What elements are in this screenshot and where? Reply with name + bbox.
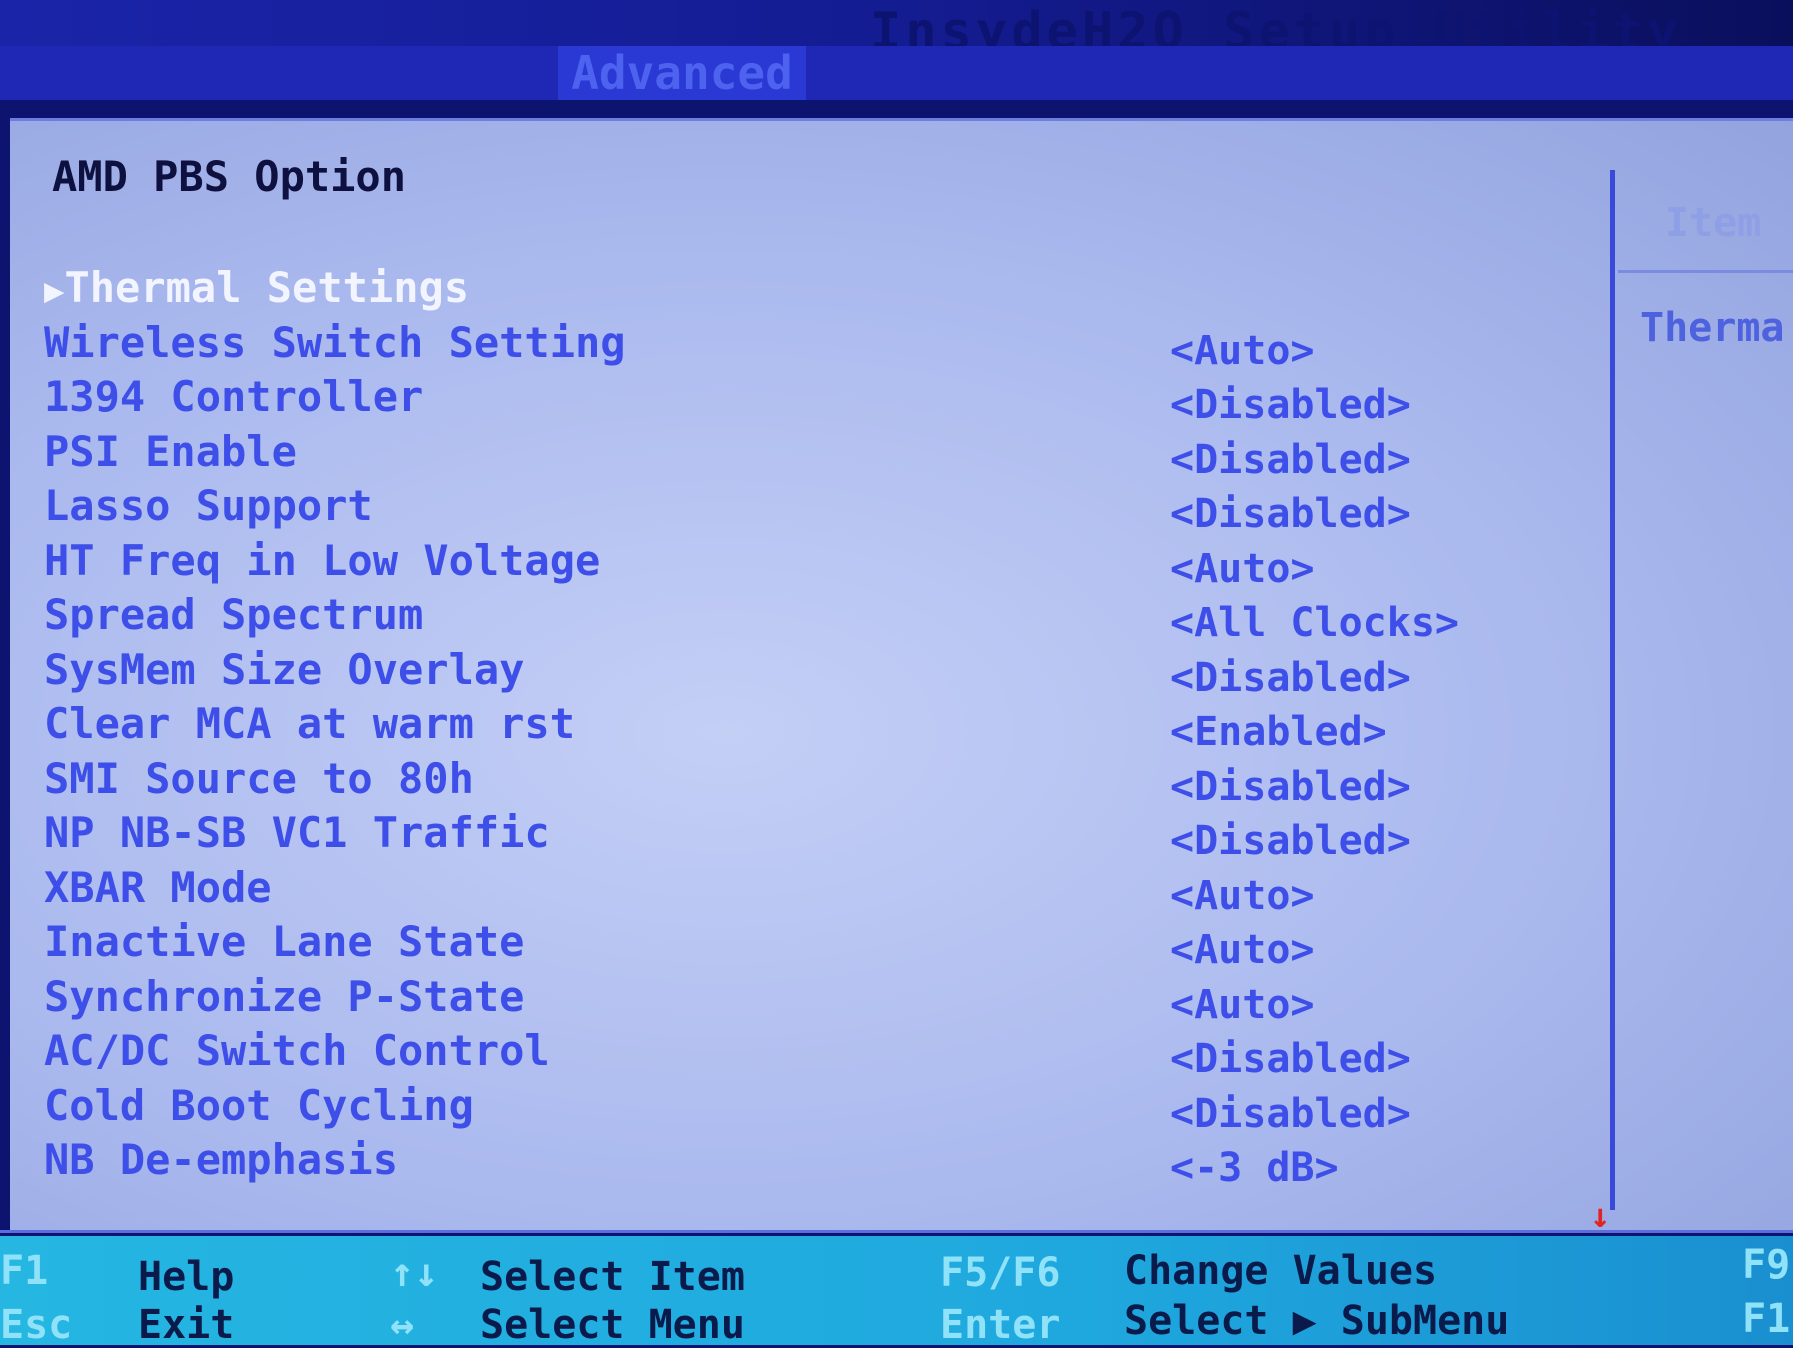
- setting-label-text: Thermal Settings: [64, 263, 470, 312]
- setting-label: SMI Source to 80h: [44, 753, 474, 805]
- setting-label-text: Inactive Lane State: [44, 917, 525, 966]
- setting-row[interactable]: Inactive Lane State <Auto>: [0, 916, 1600, 973]
- setting-row[interactable]: XBAR Mode <Auto>: [0, 862, 1600, 919]
- tab-advanced[interactable]: Advanced: [558, 46, 806, 100]
- setting-value[interactable]: <Disabled>: [1170, 1033, 1411, 1085]
- f10-key: F1: [1742, 1296, 1791, 1342]
- f5f6-desc: Change Values: [1124, 1248, 1438, 1294]
- setting-label: AC/DC Switch Control: [44, 1025, 550, 1077]
- setting-label: NB De-emphasis: [44, 1134, 398, 1186]
- setting-label-text: NB De-emphasis: [44, 1135, 399, 1184]
- leftright-desc: Select Menu: [480, 1302, 745, 1348]
- setting-row[interactable]: NP NB-SB VC1 Traffic <Disabled>: [0, 807, 1600, 864]
- setting-value[interactable]: <Disabled>: [1170, 434, 1411, 486]
- updown-desc: Select Item: [480, 1254, 745, 1300]
- setting-label-text: SMI Source to 80h: [44, 753, 474, 803]
- setting-value[interactable]: <Disabled>: [1170, 652, 1411, 704]
- setting-label: 1394 Controller: [44, 371, 423, 423]
- f5f6-key: F5/F6: [940, 1250, 1061, 1296]
- tab-bar: [0, 46, 1793, 100]
- setting-label-text: SysMem Size Overlay: [44, 644, 525, 694]
- setting-label: Cold Boot Cycling: [44, 1080, 474, 1132]
- page-title: AMD PBS Option: [52, 152, 407, 201]
- setting-row[interactable]: Lasso Support <Disabled>: [0, 480, 1600, 537]
- setting-row[interactable]: SysMem Size Overlay <Disabled>: [0, 644, 1600, 701]
- setting-value[interactable]: <Disabled>: [1170, 379, 1411, 431]
- enter-key: Enter: [940, 1302, 1061, 1348]
- enter-desc: Select ▶ SubMenu: [1124, 1298, 1510, 1344]
- setting-label: XBAR Mode: [44, 862, 272, 914]
- help-text: Therma: [1640, 305, 1785, 351]
- setting-value[interactable]: <Auto>: [1170, 979, 1315, 1031]
- setting-label-text: AC/DC Switch Control: [44, 1026, 550, 1075]
- setting-value[interactable]: <Enabled>: [1170, 706, 1387, 758]
- setting-value[interactable]: <Disabled>: [1170, 1088, 1411, 1140]
- setting-label: Spread Spectrum: [44, 589, 423, 641]
- setting-row[interactable]: 1394 Controller <Disabled>: [0, 371, 1600, 428]
- submenu-arrow-icon: ▶: [44, 271, 65, 311]
- setting-label: Wireless Switch Setting: [44, 317, 626, 369]
- setting-label: NP NB-SB VC1 Traffic: [44, 807, 550, 859]
- setting-label-text: XBAR Mode: [44, 862, 272, 912]
- panel-divider: [1610, 170, 1615, 1210]
- setting-value[interactable]: <Auto>: [1170, 870, 1315, 922]
- setting-row[interactable]: ▶Thermal Settings: [0, 262, 1600, 314]
- setting-value[interactable]: <Auto>: [1170, 325, 1315, 377]
- key-help-bar: F1 Help Esc Exit ↑↓ Select Item ↔ Select…: [0, 1236, 1793, 1348]
- setting-label: SysMem Size Overlay: [44, 644, 524, 696]
- f1-key: F1: [0, 1248, 49, 1294]
- setting-label-text: Clear MCA at warm rst: [44, 699, 576, 748]
- setting-row[interactable]: Clear MCA at warm rst <Enabled>: [0, 698, 1600, 755]
- setting-label-text: Synchronize P-State: [44, 971, 525, 1021]
- setting-label-text: Lasso Support: [44, 481, 373, 530]
- leftright-key: ↔: [390, 1302, 415, 1348]
- setting-row[interactable]: Wireless Switch Setting <Auto>: [0, 317, 1600, 374]
- setting-value[interactable]: <Disabled>: [1170, 761, 1411, 813]
- setting-label: HT Freq in Low Voltage: [44, 535, 600, 587]
- bottom-divider: [0, 1230, 1793, 1233]
- setting-row[interactable]: AC/DC Switch Control <Disabled>: [0, 1025, 1600, 1082]
- help-divider: [1618, 270, 1793, 273]
- setting-label: Clear MCA at warm rst: [44, 698, 575, 750]
- updown-key: ↑↓: [390, 1250, 439, 1296]
- setting-value[interactable]: <Auto>: [1170, 543, 1315, 595]
- setting-label-text: NP NB-SB VC1 Traffic: [44, 808, 550, 857]
- setting-label: Lasso Support: [44, 480, 373, 532]
- setting-value[interactable]: <All Clocks>: [1170, 597, 1459, 649]
- setting-row[interactable]: Cold Boot Cycling <Disabled>: [0, 1080, 1600, 1137]
- setting-value[interactable]: <-3 dB>: [1170, 1142, 1339, 1194]
- setting-row[interactable]: NB De-emphasis <-3 dB>: [0, 1134, 1600, 1191]
- setting-label: ▶Thermal Settings: [44, 262, 469, 317]
- setting-label: PSI Enable: [44, 426, 297, 478]
- f9-key: F9: [1742, 1242, 1791, 1288]
- setting-label-text: 1394 Controller: [44, 372, 424, 421]
- f1-desc: Help: [138, 1254, 235, 1300]
- setting-label-text: PSI Enable: [44, 426, 297, 476]
- esc-key: Esc: [0, 1302, 73, 1348]
- setting-label-text: Wireless Switch Setting: [44, 317, 626, 367]
- setting-label-text: HT Freq in Low Voltage: [44, 535, 601, 585]
- setting-value[interactable]: <Disabled>: [1170, 488, 1411, 540]
- setting-label-text: Spread Spectrum: [44, 590, 424, 639]
- setting-row[interactable]: SMI Source to 80h <Disabled>: [0, 753, 1600, 810]
- setting-row[interactable]: Spread Spectrum <All Clocks>: [0, 589, 1600, 646]
- setting-value[interactable]: <Auto>: [1170, 924, 1315, 976]
- help-title: Item: [1665, 200, 1762, 246]
- esc-desc: Exit: [138, 1302, 235, 1348]
- setting-value[interactable]: <Disabled>: [1170, 815, 1411, 867]
- setting-label-text: Cold Boot Cycling: [44, 1080, 474, 1130]
- setting-row[interactable]: Synchronize P-State <Auto>: [0, 971, 1600, 1028]
- setting-row[interactable]: HT Freq in Low Voltage <Auto>: [0, 535, 1600, 592]
- setting-label: Inactive Lane State: [44, 916, 524, 968]
- setting-label: Synchronize P-State: [44, 971, 524, 1023]
- setting-row[interactable]: PSI Enable <Disabled>: [0, 426, 1600, 483]
